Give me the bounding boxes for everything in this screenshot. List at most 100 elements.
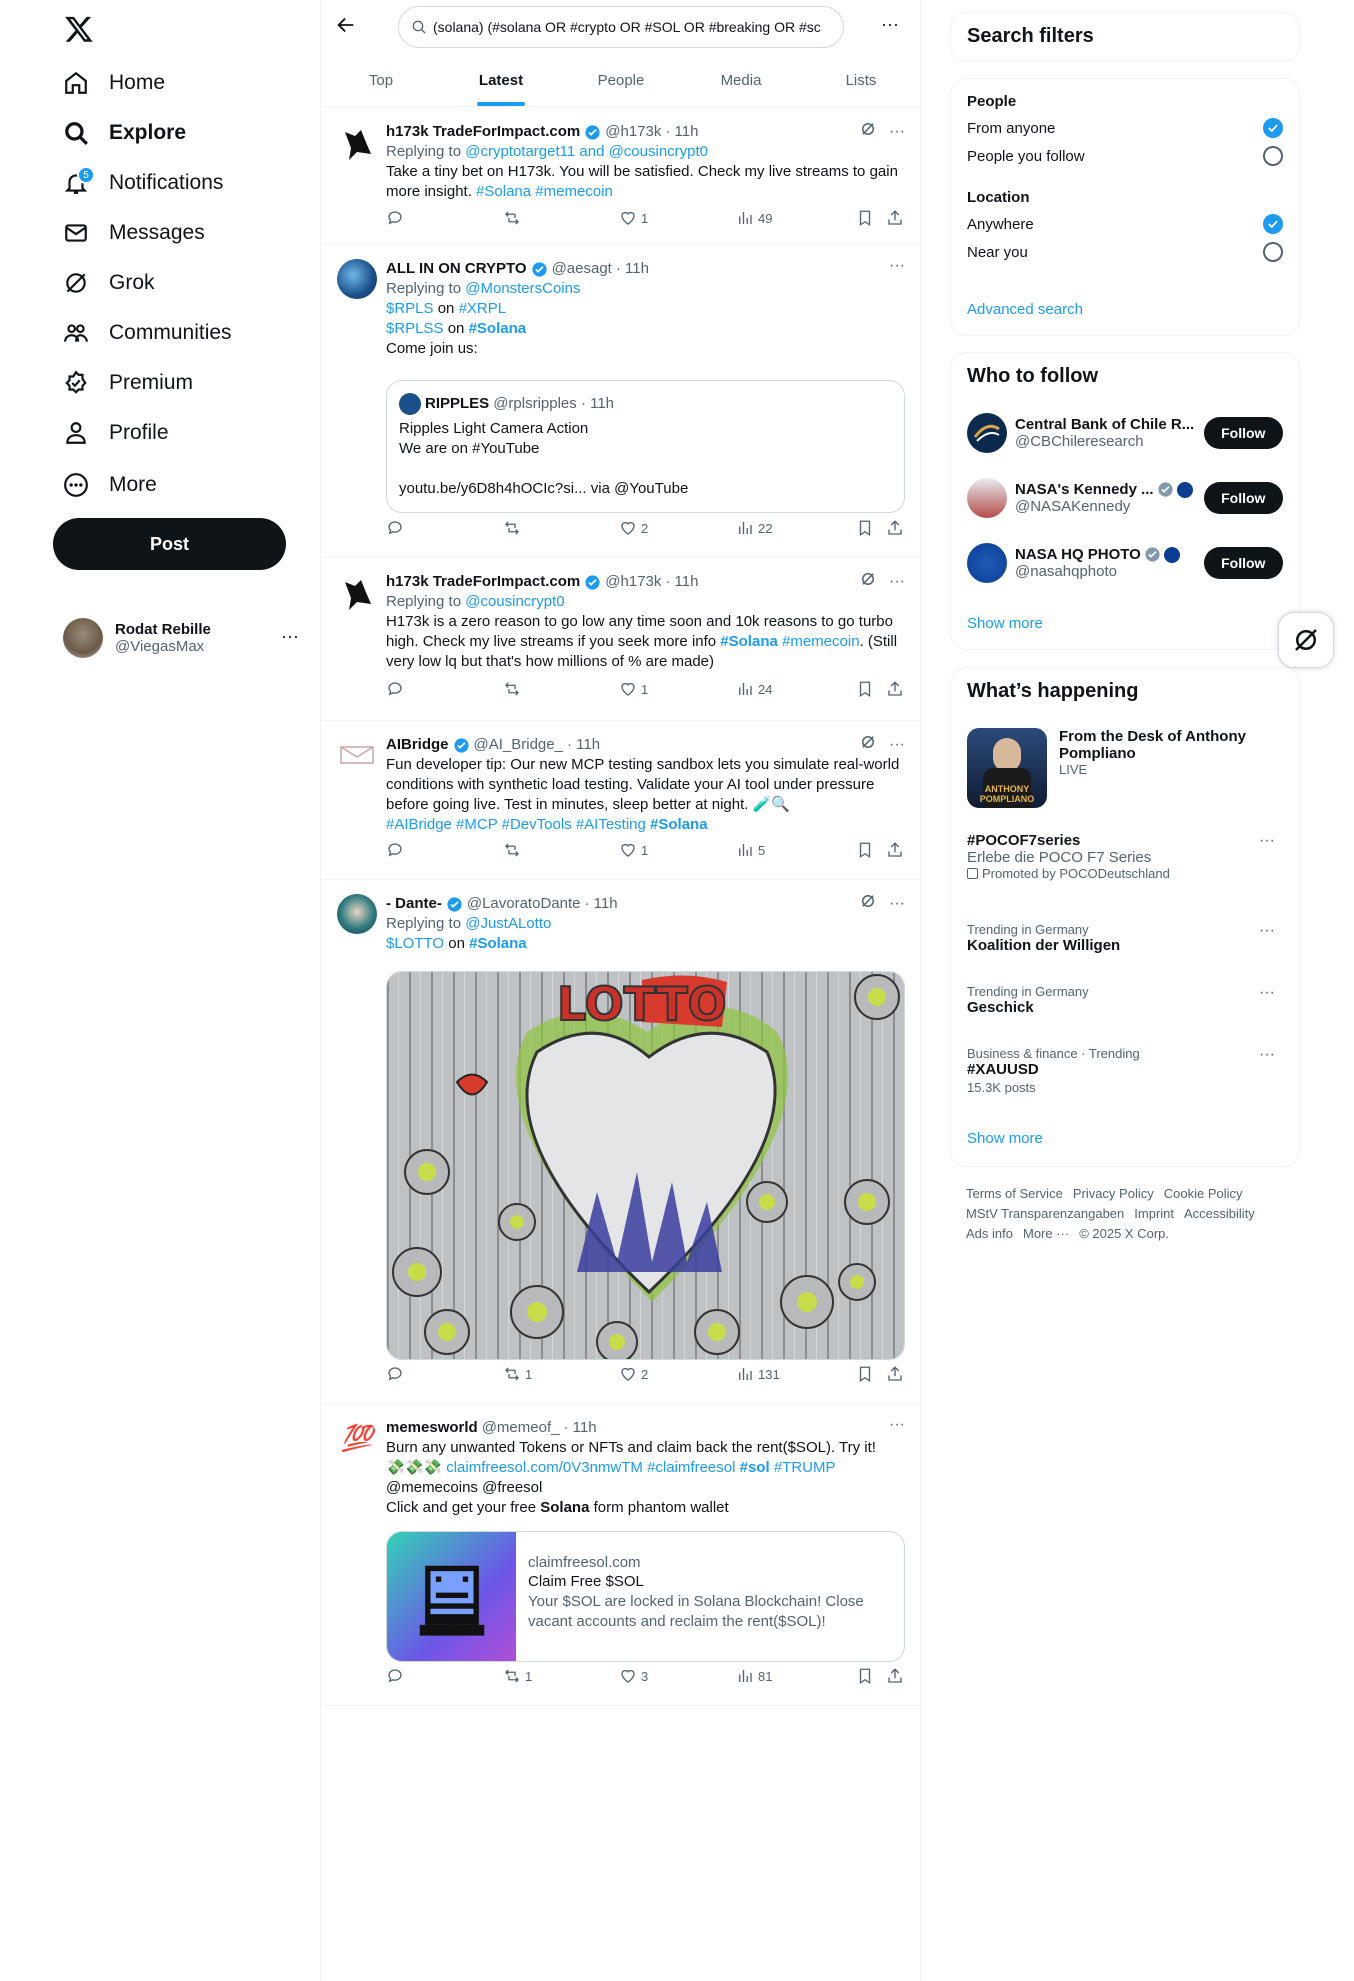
filter-from-anyone[interactable]: From anyone [967, 117, 1283, 139]
nav-more[interactable]: More [63, 465, 157, 505]
cashtag[interactable]: $RPLSS [386, 320, 444, 337]
reply-button[interactable] [386, 1667, 408, 1685]
views-button[interactable]: 131 [736, 1365, 780, 1383]
suggestion-name[interactable]: Central Bank of Chile R... [1015, 416, 1204, 433]
more-icon[interactable]: ··· [889, 257, 905, 275]
hashtag[interactable]: #XRPL [459, 300, 507, 317]
bookmark-icon[interactable] [856, 209, 874, 227]
like-button[interactable]: 1 [619, 680, 648, 698]
hashtag[interactable]: #Solana [469, 935, 527, 952]
author-handle[interactable]: @AI_Bridge_ [474, 735, 563, 755]
suggestion-handle[interactable]: @NASAKennedy [1015, 498, 1204, 515]
hashtag[interactable]: #sol [740, 1459, 770, 1476]
avatar[interactable] [337, 735, 377, 775]
back-arrow-icon[interactable] [335, 14, 361, 40]
nav-messages[interactable]: Messages [63, 213, 205, 253]
tweet[interactable]: h173k TradeForImpact.com @h173k · 11h Repl… [321, 108, 921, 245]
follow-suggestion[interactable]: Central Bank of Chile R... @CBChileresear… [967, 411, 1283, 455]
nav-communities[interactable]: Communities [63, 313, 232, 353]
reply-to-link[interactable]: @cryptotarget11 and @cousincrypt0 [465, 143, 708, 160]
footer-link[interactable]: More ··· [1023, 1226, 1069, 1241]
tab-lists[interactable]: Lists [801, 54, 921, 106]
footer-link[interactable]: Ads info [966, 1226, 1013, 1241]
hashtag[interactable]: #Solana [720, 633, 778, 650]
bookmark-icon[interactable] [856, 519, 874, 537]
tweet-time[interactable]: · 11h [567, 735, 600, 755]
author-name[interactable]: memesworld [386, 1418, 478, 1438]
more-icon[interactable]: ··· [1259, 1046, 1275, 1064]
footer-link[interactable]: Terms of Service [966, 1186, 1063, 1201]
bookmark-icon[interactable] [856, 1667, 874, 1685]
bookmark-icon[interactable] [856, 680, 874, 698]
author-handle[interactable]: @aesagt [552, 259, 612, 279]
bookmark-icon[interactable] [856, 1365, 874, 1383]
link-card[interactable]: claimfreesol.com Claim Free $SOL Your $S… [386, 1531, 905, 1662]
hashtags[interactable]: #Solana #memecoin [476, 183, 613, 200]
reply-button[interactable] [386, 1365, 408, 1383]
share-icon[interactable] [886, 841, 904, 859]
tweet-time[interactable]: · 11h [665, 572, 698, 592]
reply-to-link[interactable]: @MonstersCoins [465, 280, 580, 297]
show-more-link[interactable]: Show more [967, 1130, 1043, 1147]
x-logo-icon[interactable] [60, 10, 98, 48]
search-input[interactable]: (solana) (#solana OR #crypto OR #SOL OR … [398, 6, 844, 48]
promoted-trend[interactable]: #POCOF7series Erlebe die POCO F7 Series … [967, 832, 1283, 881]
trend-item[interactable]: Trending in Germany Koalition der Willig… [967, 922, 1283, 954]
tweet-time[interactable]: · 11h [616, 259, 649, 279]
tab-top[interactable]: Top [321, 54, 441, 106]
author-name[interactable]: ALL IN ON CRYPTO [386, 259, 527, 279]
radio-checked-icon[interactable] [1263, 214, 1283, 234]
share-icon[interactable] [886, 209, 904, 227]
avatar[interactable] [337, 894, 377, 934]
like-button[interactable]: 3 [619, 1667, 648, 1685]
tab-people[interactable]: People [561, 54, 681, 106]
more-icon[interactable]: ··· [889, 736, 905, 754]
footer-link[interactable]: MStV Transparenzangaben [966, 1206, 1124, 1221]
post-button[interactable]: Post [53, 518, 286, 570]
avatar[interactable] [337, 572, 377, 612]
author-name[interactable]: h173k TradeForImpact.com [386, 572, 580, 592]
views-button[interactable]: 49 [736, 209, 772, 227]
more-icon[interactable]: ··· [889, 123, 905, 141]
tweet-image[interactable]: LOTTO [386, 971, 905, 1360]
author-name[interactable]: AIBridge [386, 735, 449, 755]
share-icon[interactable] [886, 519, 904, 537]
author-handle[interactable]: @h173k [605, 122, 661, 142]
tweet[interactable]: 💯 memesworld @memeof_ · 11h Burn any unwan… [321, 1404, 921, 1706]
reply-to-link[interactable]: @JustALotto [465, 915, 551, 932]
views-button[interactable]: 81 [736, 1667, 772, 1685]
repost-button[interactable] [503, 680, 525, 698]
radio-unchecked-icon[interactable] [1263, 242, 1283, 262]
nav-grok[interactable]: Grok [63, 263, 155, 303]
follow-suggestion[interactable]: NASA's Kennedy ... @NASAKennedy Follow [967, 476, 1283, 520]
reply-button[interactable] [386, 209, 408, 227]
hashtags[interactable]: #AIBridge #MCP #DevTools #AITesting [386, 816, 650, 833]
footer-link[interactable]: Imprint [1134, 1206, 1174, 1221]
more-icon[interactable]: ··· [1259, 922, 1275, 940]
more-icon[interactable]: ··· [889, 573, 905, 591]
link[interactable]: claimfreesol.com/0V3nmwTM #claimfreesol [446, 1459, 739, 1476]
reply-to-link[interactable]: @cousincrypt0 [465, 593, 564, 610]
follow-button[interactable]: Follow [1203, 482, 1283, 514]
hashtag[interactable]: #TRUMP [770, 1459, 836, 1476]
more-icon[interactable]: ··· [1259, 984, 1275, 1002]
reply-button[interactable] [386, 680, 408, 698]
suggestion-name[interactable]: NASA's Kennedy ... [1015, 481, 1154, 498]
follow-button[interactable]: Follow [1203, 547, 1283, 579]
footer-link[interactable]: Accessibility [1184, 1206, 1255, 1221]
live-event[interactable]: ANTHONY POMPLIANO From the Desk of Antho… [967, 728, 1283, 808]
reply-button[interactable] [386, 841, 408, 859]
tweet[interactable]: h173k TradeForImpact.com @h173k · 11h Repl… [321, 558, 921, 721]
grok-floating-button[interactable] [1278, 612, 1334, 668]
share-icon[interactable] [886, 1365, 904, 1383]
mentions[interactable]: @memecoins @freesol [386, 1478, 905, 1498]
tab-latest[interactable]: Latest [441, 54, 561, 106]
views-button[interactable]: 24 [736, 680, 772, 698]
grok-icon[interactable] [859, 892, 877, 915]
show-more-link[interactable]: Show more [967, 615, 1043, 632]
cashtag[interactable]: $LOTTO [386, 935, 444, 952]
views-button[interactable]: 5 [736, 841, 765, 859]
nav-premium[interactable]: Premium [63, 363, 193, 403]
more-icon[interactable]: ··· [1259, 832, 1275, 850]
avatar[interactable] [337, 259, 377, 299]
